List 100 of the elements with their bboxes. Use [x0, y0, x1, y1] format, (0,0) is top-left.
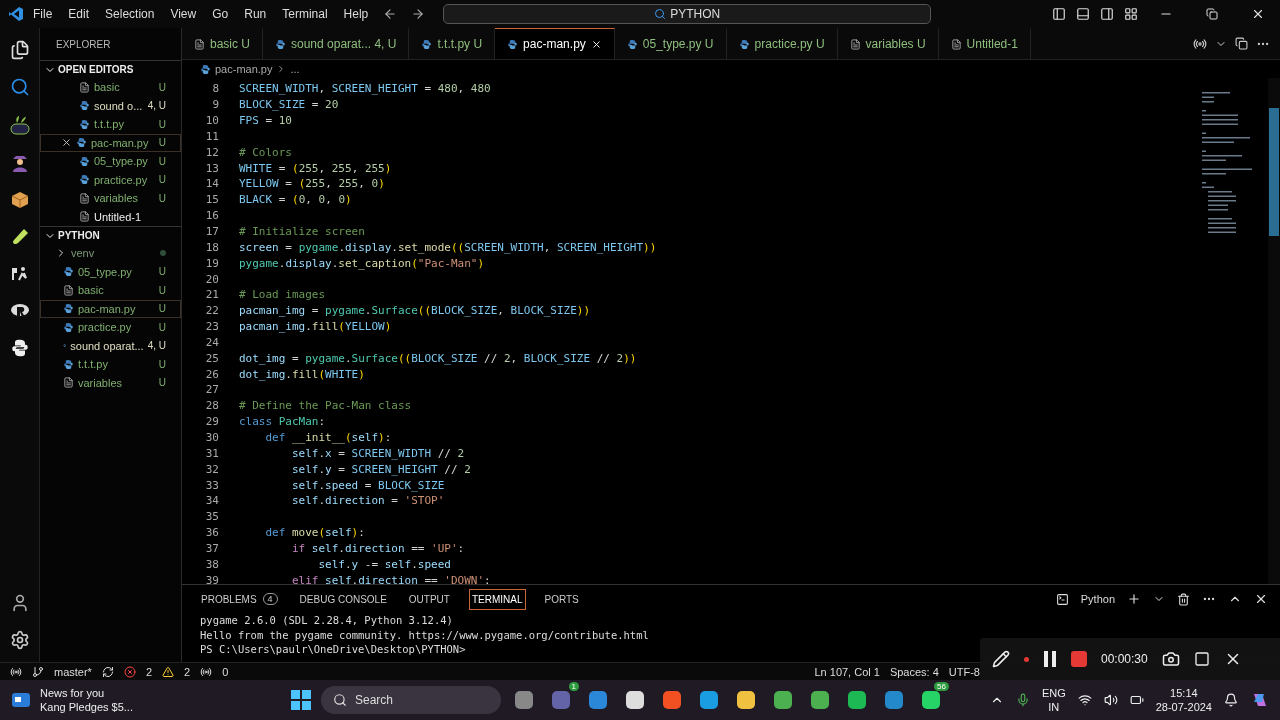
- menu-item[interactable]: Terminal: [275, 4, 335, 24]
- wifi-icon[interactable]: [1077, 693, 1092, 707]
- notification-icon[interactable]: [1224, 693, 1238, 707]
- explorer-entry[interactable]: practice.py U: [40, 318, 181, 337]
- menu-item[interactable]: Help: [336, 4, 376, 24]
- indentation-status[interactable]: Spaces: 4: [889, 665, 939, 678]
- breadcrumb-item[interactable]: pac-man.py: [215, 63, 273, 75]
- camera-icon[interactable]: [1161, 650, 1180, 668]
- explorer-entry[interactable]: variables U: [40, 373, 181, 392]
- explorer-entry[interactable]: practice.py U: [40, 170, 181, 189]
- app-icon[interactable]: [624, 689, 646, 711]
- code-line: elif self.direction == 'DOWN':: [290, 573, 491, 584]
- status-dot-icon: [160, 250, 166, 257]
- forward-icon[interactable]: [411, 7, 426, 21]
- panel-tab[interactable]: PORTS: [541, 588, 582, 610]
- ports-count[interactable]: 0: [222, 665, 229, 678]
- close-icon[interactable]: [61, 137, 72, 149]
- explorer-entry[interactable]: venv: [40, 244, 181, 263]
- app-icon[interactable]: [809, 689, 831, 711]
- panel-toggle-icon[interactable]: [1076, 7, 1090, 21]
- run-icon[interactable]: [1193, 36, 1207, 51]
- split-editor-icon[interactable]: [1235, 37, 1248, 50]
- text-file-icon: [79, 192, 90, 204]
- news-headline[interactable]: Kang Pledges $5...: [40, 700, 133, 714]
- app-icon[interactable]: [735, 689, 757, 711]
- volume-icon[interactable]: [1103, 693, 1118, 707]
- explorer-entry[interactable]: Untitled-1: [40, 207, 181, 226]
- restore-icon[interactable]: [1206, 8, 1218, 20]
- news-icon[interactable]: [10, 690, 32, 710]
- line-number: 32: [204, 462, 219, 476]
- app-icon[interactable]: [846, 689, 868, 711]
- explorer-entry[interactable]: t.t.t.py U: [40, 355, 181, 374]
- terminal-line: Hello from the pygame community. https://www.pygame.org/contribute.html: [200, 627, 650, 642]
- pen-icon[interactable]: [992, 650, 1010, 668]
- layout-icon[interactable]: [1124, 7, 1138, 21]
- python-icon[interactable]: [9, 338, 30, 358]
- menu-item[interactable]: Go: [205, 4, 236, 24]
- explorer-entry[interactable]: sound o... 4, U: [40, 96, 181, 115]
- menu-item[interactable]: Run: [237, 4, 274, 24]
- panel-tab[interactable]: PROBLEMS 4: [198, 588, 281, 610]
- secondary-sidebar-icon[interactable]: [1100, 7, 1114, 21]
- language-indicator[interactable]: ENG IN: [1041, 686, 1066, 714]
- search-icon[interactable]: [9, 77, 30, 97]
- menu-item[interactable]: File: [26, 4, 60, 24]
- trash-icon[interactable]: [1177, 592, 1190, 606]
- panel-tab[interactable]: TERMINAL: [468, 588, 526, 610]
- clock[interactable]: 15:14 28-07-2024: [1155, 686, 1212, 714]
- encoding-status[interactable]: UTF-8: [948, 665, 980, 678]
- panel-tab[interactable]: OUTPUT: [405, 588, 453, 610]
- package-icon[interactable]: [9, 190, 30, 210]
- explorer-entry[interactable]: 05_type.py U: [40, 262, 181, 281]
- remote-icon[interactable]: [10, 665, 22, 678]
- pause-icon[interactable]: [1043, 650, 1057, 668]
- cursor-position[interactable]: Ln 107, Col 1: [814, 665, 880, 678]
- section-header[interactable]: OPEN EDITORS: [40, 60, 181, 78]
- search-field[interactable]: Search: [321, 686, 501, 714]
- add-icon[interactable]: [1127, 592, 1141, 606]
- close-icon[interactable]: [1251, 7, 1265, 21]
- app-icon[interactable]: [920, 689, 942, 711]
- app-icon[interactable]: [698, 689, 720, 711]
- branch-status[interactable]: master*: [54, 665, 92, 678]
- explorer-entry[interactable]: sound oparat... 4, U: [40, 336, 181, 355]
- explorer-icon[interactable]: [9, 40, 30, 60]
- python-file-icon: [63, 321, 74, 333]
- menu-item[interactable]: View: [163, 4, 204, 24]
- section-header[interactable]: PYTHON: [40, 226, 181, 244]
- leaf-badge-icon[interactable]: [8, 114, 31, 136]
- breadcrumb-item[interactable]: ...: [290, 63, 300, 75]
- close-icon[interactable]: [590, 38, 602, 50]
- close-icon[interactable]: [1254, 592, 1268, 606]
- explorer-entry[interactable]: 05_type.py U: [40, 152, 181, 171]
- back-icon[interactable]: [383, 7, 398, 21]
- explorer-entry[interactable]: pac-man.py U: [40, 299, 181, 318]
- menu-item[interactable]: Selection: [98, 4, 162, 24]
- line-number: 17: [204, 225, 219, 238]
- microphone-icon[interactable]: [1015, 693, 1030, 707]
- sidebar-toggle-icon[interactable]: [1052, 7, 1066, 21]
- start-icon[interactable]: [290, 689, 312, 711]
- settings-icon[interactable]: [9, 630, 30, 650]
- code-line: # Initialize screen: [239, 225, 365, 238]
- explorer-entry[interactable]: pac-man.py U: [40, 133, 181, 152]
- editor-tab[interactable]: pac-man.py: [495, 28, 615, 59]
- sync-icon[interactable]: [101, 665, 114, 678]
- sidebar-title: EXPLORER: [55, 37, 112, 52]
- menu-item[interactable]: Edit: [61, 4, 97, 24]
- code-line: self.y -= self.speed: [317, 557, 451, 571]
- terminal-selector[interactable]: Python: [1080, 593, 1115, 605]
- errors-count[interactable]: 2: [145, 665, 153, 678]
- news-title[interactable]: News for you: [40, 686, 133, 700]
- panel-tab[interactable]: DEBUG CONSOLE: [296, 588, 390, 610]
- explorer-entry[interactable]: basic U: [40, 78, 181, 97]
- app-icon[interactable]: [772, 689, 794, 711]
- battery-icon[interactable]: [1129, 693, 1144, 707]
- expand-icon[interactable]: [1193, 651, 1210, 667]
- explorer-entry[interactable]: basic U: [40, 281, 181, 300]
- explorer-entry[interactable]: variables U: [40, 189, 181, 208]
- command-center[interactable]: PYTHON: [443, 4, 932, 24]
- explorer-entry[interactable]: t.t.t.py U: [40, 115, 181, 134]
- scrollbar-thumb[interactable]: [1269, 108, 1279, 236]
- warnings-count[interactable]: 2: [184, 665, 191, 678]
